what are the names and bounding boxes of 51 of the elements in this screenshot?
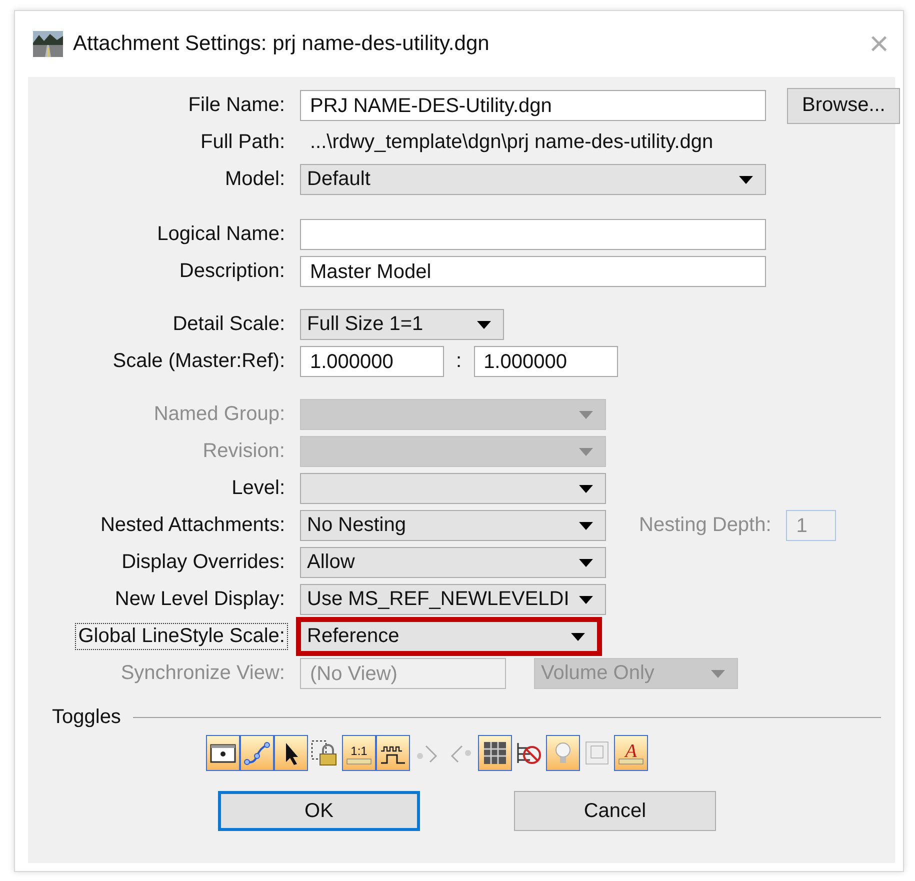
padlock-icon [310, 738, 340, 768]
text-field[interactable]: 1.000000 [474, 346, 618, 377]
caret-icon [579, 448, 593, 456]
toggle-button[interactable] [206, 735, 240, 771]
separator-colon: : [456, 350, 462, 373]
field-label: Logical Name: [156, 222, 286, 247]
field-label: Revision: [202, 439, 286, 464]
field-label: Description: [178, 259, 286, 284]
dropdown[interactable]: Use MS_REF_NEWLEVELDI [300, 584, 606, 615]
browse-button[interactable]: Browse... [787, 88, 900, 124]
caret-icon [711, 670, 725, 678]
dropdown[interactable]: Default [300, 164, 766, 195]
toggle-button[interactable] [376, 735, 410, 771]
dropdown[interactable]: Full Size 1=1 [300, 309, 504, 340]
field-label: Named Group: [152, 402, 286, 427]
field-label: Scale (Master:Ref): [112, 349, 286, 374]
cancel-button[interactable]: Cancel [514, 791, 716, 831]
section-title: Toggles [52, 706, 121, 729]
caret-icon [579, 522, 593, 530]
dropdown[interactable]: Allow [300, 547, 606, 578]
field-label: File Name: [187, 93, 286, 118]
text-field[interactable]: 1.000000 [300, 346, 444, 377]
ok-button[interactable]: OK [218, 791, 420, 831]
text-field[interactable] [300, 219, 766, 250]
toggle-button[interactable] [240, 735, 274, 771]
field-label: Nested Attachments: [99, 513, 286, 538]
caret-icon [579, 484, 593, 492]
caret-icon [579, 410, 593, 418]
toggle-button[interactable] [478, 735, 512, 771]
field-label: Model: [224, 167, 286, 192]
dropdown[interactable]: No Nesting [300, 510, 606, 541]
toggle-button[interactable] [274, 735, 308, 771]
caret-icon [571, 632, 585, 640]
field-label: Detail Scale: [172, 312, 286, 337]
toggle-button[interactable] [546, 735, 580, 771]
field-label: Display Overrides: [120, 550, 286, 575]
field-label: New Level Display: [114, 587, 286, 612]
text-field[interactable]: Master Model [300, 256, 766, 287]
caret-icon [477, 320, 491, 328]
dropdown[interactable]: Reference [296, 617, 602, 656]
text-field[interactable]: PRJ NAME-DES-Utility.dgn [300, 90, 766, 121]
caret-icon [739, 176, 753, 184]
caret-icon [579, 596, 593, 604]
path-text: ...\rdwy_template\dgn\prj name-des-utility.dgn [309, 131, 714, 154]
window-title: Attachment Settings: prj name-des-utility.dgn [73, 32, 490, 56]
field-label: Nesting Depth: [638, 513, 772, 538]
caret-icon [579, 558, 593, 566]
field-label: Synchronize View: [120, 661, 286, 686]
field-label: Level: [230, 476, 286, 501]
field-label: Full Path: [200, 130, 286, 155]
field-label: Global LineStyle Scale: [75, 623, 288, 650]
